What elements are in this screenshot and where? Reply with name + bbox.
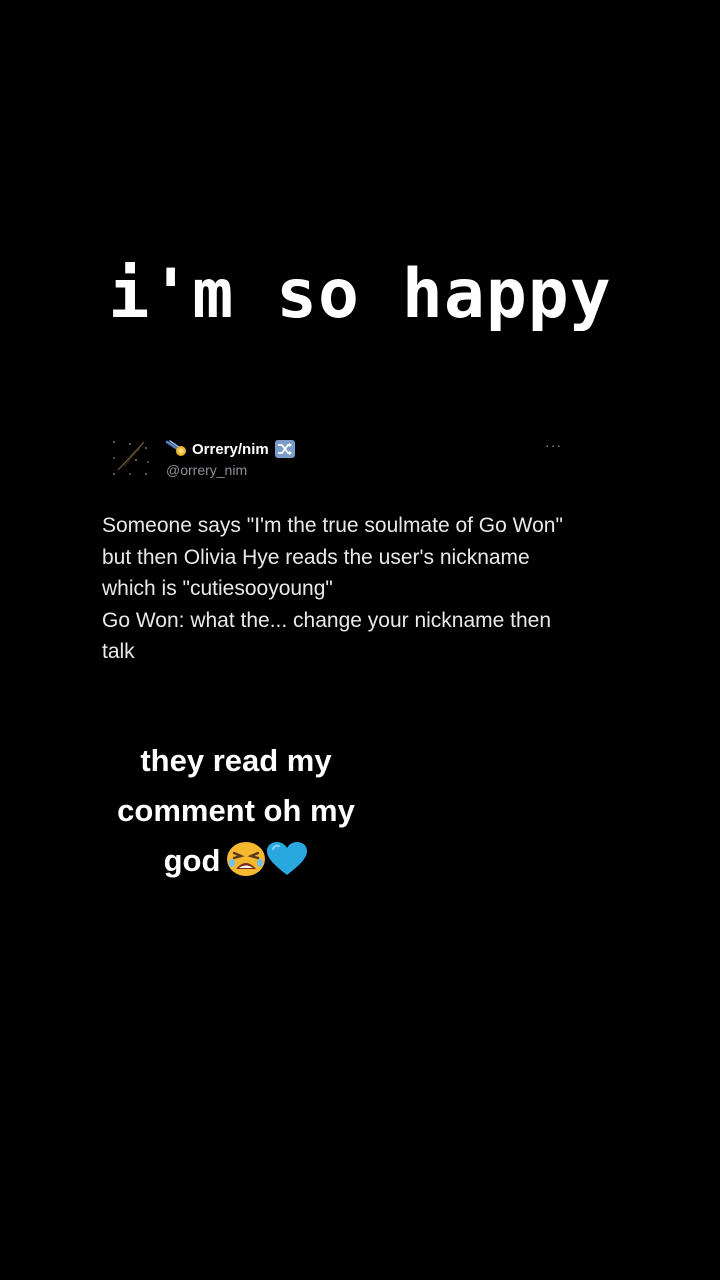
display-name-row: Orrery/nim: [165, 438, 295, 460]
comet-emoji-icon: [165, 440, 188, 458]
display-name[interactable]: Orrery/nim: [192, 441, 269, 458]
tweet-header: Orrery/nim @orrery_nim ···: [102, 432, 572, 484]
caption-line-2: comment oh my: [117, 793, 355, 828]
avatar[interactable]: [110, 438, 150, 478]
tired-face-emoji-icon: [226, 841, 266, 877]
more-options-icon[interactable]: ···: [545, 438, 562, 452]
headline-text: i'm so happy: [108, 255, 612, 334]
caption-text: they read my comment oh my god: [86, 736, 386, 886]
user-block: Orrery/nim @orrery_nim: [165, 438, 295, 478]
tweet-card[interactable]: Orrery/nim @orrery_nim ··· Someone says …: [102, 432, 572, 668]
shuffle-emoji-icon: [274, 440, 295, 458]
caption-line-1: they read my: [140, 743, 332, 778]
caption-line-3-wrap: god: [86, 836, 386, 886]
tweet-text: Someone says "I'm the true soulmate of G…: [102, 514, 563, 663]
user-handle[interactable]: @orrery_nim: [166, 462, 295, 478]
blue-heart-emoji-icon: [266, 841, 308, 877]
caption-line-3: god: [163, 843, 221, 878]
